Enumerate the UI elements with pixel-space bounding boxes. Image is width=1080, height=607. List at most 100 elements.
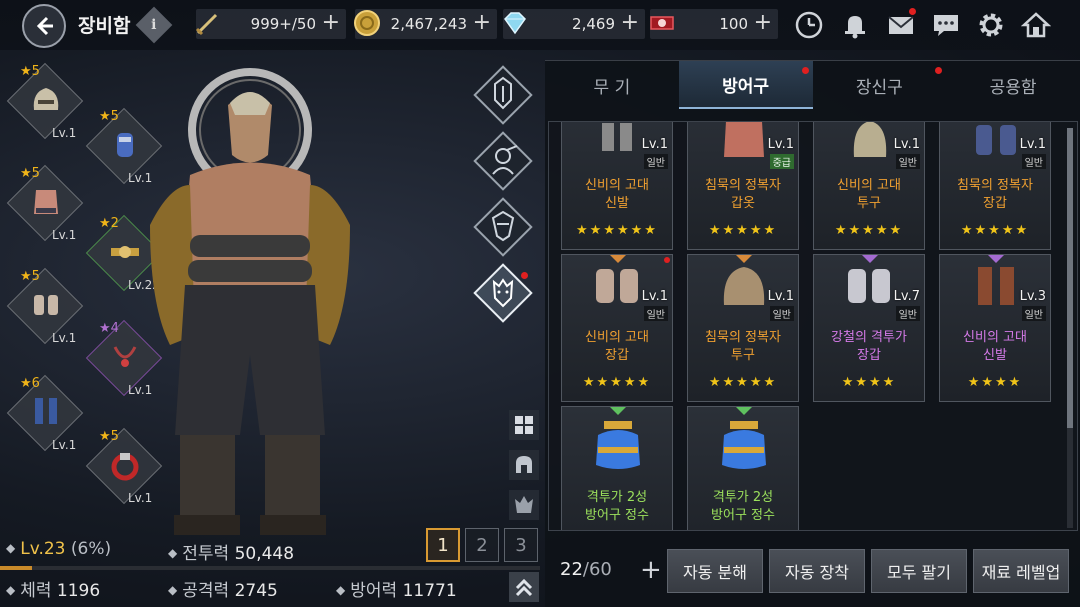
gloves-icon [848, 269, 890, 303]
class-tab-warrior[interactable] [472, 130, 534, 192]
gold-value: 2,467,243 [390, 15, 467, 33]
equip-slot-gloves[interactable]: ★5 Lv.1 [6, 267, 84, 345]
inventory-capacity: 22/60 [560, 559, 612, 580]
gold-coin-icon [351, 7, 383, 39]
diamond-value: 2,469 [572, 15, 615, 33]
chevron-up-icon [515, 578, 533, 597]
hp-stat: ◆ 체력 1196 [6, 581, 101, 601]
fighter-class-icon [492, 278, 514, 308]
tab-shared[interactable]: 공용함 [946, 61, 1080, 109]
page-button-2[interactable]: 2 [465, 528, 499, 562]
boots-icon [35, 398, 57, 424]
item-card[interactable]: Lv.1 일반 신비의 고대 신발 ★★★★★★ [561, 122, 673, 250]
equip-slot-boots[interactable]: ★6 Lv.1 [6, 374, 84, 452]
crest-filter-button[interactable] [509, 490, 539, 520]
material-levelup-button[interactable]: 재료 레벨업 [973, 549, 1069, 593]
equip-slot-gauntlet[interactable]: ★5 Lv.1 [85, 107, 163, 185]
inventory-tabs: 무 기 방어구 장신구 공용함 [545, 61, 1080, 109]
clock-icon[interactable] [792, 8, 826, 42]
attack-stat: ◆ 공격력 2745 [168, 581, 278, 601]
item-card[interactable]: 격투가 2성 방어구 정수 [687, 406, 799, 530]
stamina-plus-button[interactable]: + [322, 11, 340, 35]
potion-jar-icon [722, 421, 766, 469]
item-card[interactable]: 격투가 2성 방어구 정수 [561, 406, 673, 530]
settings-icon[interactable] [974, 8, 1008, 42]
combat-power-stat: ◆ 전투력 50,448 [168, 544, 295, 564]
item-card[interactable]: Lv.1 일반 신비의 고대 장갑 ★★★★★ [561, 254, 673, 402]
auto-equip-button[interactable]: 자동 장착 [769, 549, 865, 593]
defense-stat: ◆ 방어력 11771 [336, 581, 457, 601]
tab-accessory[interactable]: 장신구 [813, 61, 947, 109]
ticket-resource: 100 + [650, 9, 778, 39]
page-title: 장비함 [78, 15, 131, 37]
class-tab-knight[interactable] [472, 64, 534, 126]
attack-value: 2745 [234, 581, 278, 601]
item-card[interactable]: Lv.1 일반 침묵의 정복자 장갑 ★★★★★ [939, 122, 1051, 250]
armor-tab-dot [801, 67, 809, 74]
grid-view-button[interactable] [509, 410, 539, 440]
info-icon[interactable]: i [135, 6, 173, 44]
assassin-class-icon [491, 210, 515, 242]
item-card[interactable]: Lv.3 일반 신비의 고대 신발 ★★★★ [939, 254, 1051, 402]
tab-weapon[interactable]: 무 기 [545, 61, 679, 109]
xp-bar [0, 566, 540, 570]
knight-class-icon [494, 76, 512, 110]
back-button[interactable] [22, 4, 66, 48]
diamond-plus-button[interactable]: + [621, 11, 639, 35]
back-arrow-icon [36, 16, 53, 36]
item-grid: Lv.1 일반 신비의 고대 신발 ★★★★★★ Lv.1 중급 침묵의 정복자 갑… [548, 121, 1078, 531]
expand-inventory-button[interactable]: + [640, 555, 662, 585]
bell-icon[interactable] [838, 8, 872, 42]
ruby-ticket-icon [646, 7, 678, 39]
sword-icon [192, 7, 224, 39]
auto-disassemble-button[interactable]: 자동 분해 [667, 549, 763, 593]
expand-stats-button[interactable] [509, 572, 539, 602]
page-button-1[interactable]: 1 [426, 528, 460, 562]
grid-view-icon [515, 416, 533, 434]
defense-value: 11771 [402, 581, 457, 601]
diamond-icon [499, 7, 531, 39]
home-icon[interactable] [1019, 8, 1053, 42]
gold-plus-button[interactable]: + [473, 11, 491, 35]
character-model[interactable] [150, 55, 420, 545]
ticket-value: 100 [719, 15, 748, 33]
crest-filter-icon [515, 496, 533, 513]
equip-slot-necklace[interactable]: ★4 Lv.1 [85, 319, 163, 397]
tab-armor[interactable]: 방어구 [678, 61, 813, 109]
equip-slot-ring[interactable]: ★5 Lv.1 [85, 427, 163, 505]
item-card[interactable]: Lv.7 일반 강철의 격투가 장갑 ★★★★ [813, 254, 925, 402]
helmet-icon [723, 267, 765, 305]
top-bar: 장비함 i 999+/50 + 2,467,243 + 2,469 + 100 … [0, 0, 1080, 50]
gloves-icon [596, 269, 638, 303]
level-value: Lv.23 [20, 539, 66, 559]
item-card[interactable]: Lv.1 중급 침묵의 정복자 갑옷 ★★★★★ [687, 122, 799, 250]
accessory-tab-dot [935, 67, 943, 74]
equip-slot-belt[interactable]: ★2 Lv.22 [85, 214, 163, 292]
belt-icon [111, 246, 139, 258]
helmet-filter-button[interactable] [509, 450, 539, 480]
class-tab-fighter[interactable] [472, 262, 534, 324]
equip-slot-helmet[interactable]: ★5 Lv.1 [6, 62, 84, 140]
ring-icon [111, 453, 139, 481]
item-card[interactable]: Lv.1 일반 신비의 고대 투구 ★★★★★ [813, 122, 925, 250]
mail-notification-dot [909, 8, 916, 15]
helmet-filter-icon [516, 456, 532, 473]
female-warrior-icon [492, 145, 518, 175]
gauntlet-icon [117, 133, 133, 157]
mail-icon[interactable] [884, 8, 918, 42]
chat-icon[interactable] [929, 8, 963, 42]
level-percent: (6%) [70, 539, 112, 559]
class-tab-assassin[interactable] [472, 196, 534, 258]
ticket-plus-button[interactable]: + [754, 11, 772, 35]
armor-icon [34, 190, 58, 214]
scrollbar-thumb[interactable] [1067, 128, 1073, 428]
equip-slot-armor[interactable]: ★5 Lv.1 [6, 164, 84, 242]
necklace-icon [113, 346, 137, 367]
page-button-3[interactable]: 3 [504, 528, 538, 562]
gold-resource: 2,467,243 + [354, 9, 497, 39]
gloves-icon [34, 295, 58, 315]
sell-all-button[interactable]: 모두 팔기 [871, 549, 967, 593]
item-card[interactable]: Lv.1 일반 침묵의 정복자 투구 ★★★★★ [687, 254, 799, 402]
potion-jar-icon [596, 421, 640, 469]
hp-value: 1196 [56, 581, 101, 601]
